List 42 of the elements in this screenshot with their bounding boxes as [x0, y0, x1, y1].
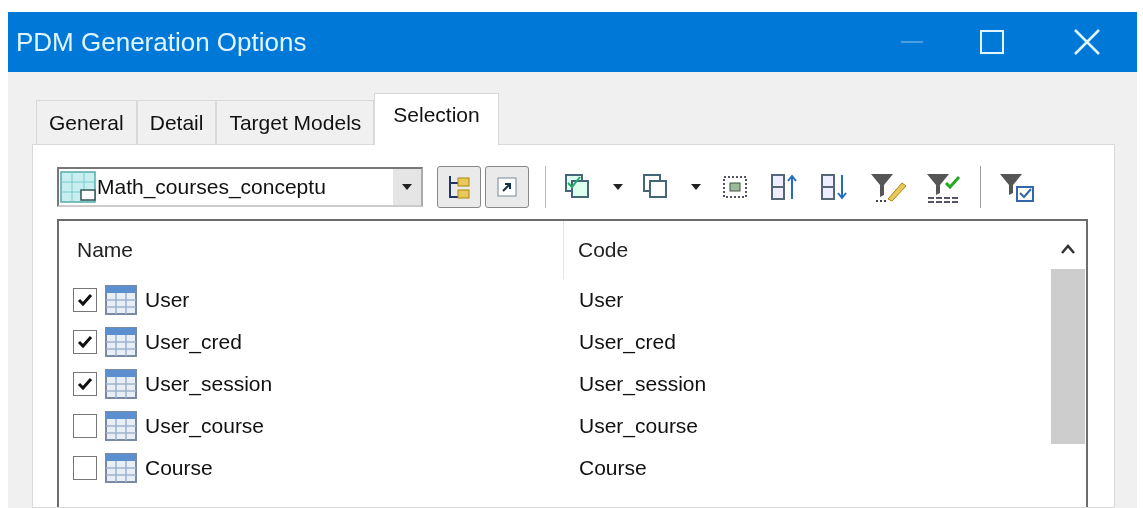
caret-icon[interactable] — [401, 183, 413, 191]
model-icon — [59, 170, 97, 204]
checkbox[interactable] — [73, 288, 97, 312]
table-cell-text: User — [578, 287, 624, 314]
check-icon — [76, 375, 94, 393]
table-icon — [105, 453, 137, 483]
caret-icon[interactable] — [612, 183, 624, 191]
tab[interactable]: Selection — [374, 93, 499, 145]
table-cell-text: User_course — [145, 413, 265, 440]
checkbox[interactable] — [73, 330, 97, 354]
scroll-thumb[interactable] — [1051, 269, 1085, 444]
scroll-up-icon[interactable] — [1060, 243, 1076, 255]
column-header[interactable]: Code — [564, 234, 629, 266]
column-header[interactable]: Name — [59, 221, 564, 279]
tab[interactable]: Target Models — [216, 100, 375, 144]
tree-view-button[interactable] — [437, 166, 481, 208]
tree-icon — [446, 173, 472, 201]
filter-edit-icon[interactable] — [868, 171, 908, 203]
table-cell-text: User_session — [578, 371, 707, 398]
window-title: PDM Generation Options — [16, 25, 308, 59]
table-cell-text: Course — [578, 455, 647, 482]
tab[interactable]: Detail — [136, 100, 217, 144]
tab[interactable]: General — [36, 100, 137, 144]
table-cell-text: Course — [145, 455, 213, 482]
checkbox[interactable] — [73, 414, 97, 438]
table-cell-text: User_cred — [578, 329, 676, 356]
filter-checkbox-icon[interactable] — [997, 171, 1037, 203]
table-cell-text: User_session — [145, 371, 273, 398]
table-icon — [105, 285, 137, 315]
checkbox[interactable] — [73, 456, 97, 480]
close-icon — [1073, 28, 1101, 56]
table-cell-text: User_course — [578, 413, 699, 440]
table-icon — [105, 327, 137, 357]
table-cell-text: User_cred — [145, 329, 242, 356]
caret-icon[interactable] — [690, 183, 702, 191]
table-cell-text: User — [145, 287, 190, 314]
check-icon — [76, 333, 94, 351]
table-icon — [105, 369, 137, 399]
table-icon — [105, 411, 137, 441]
model-dropdown[interactable]: Math_courses_conceptu — [57, 167, 423, 207]
checkbox[interactable] — [73, 372, 97, 396]
check-icon — [76, 291, 94, 309]
